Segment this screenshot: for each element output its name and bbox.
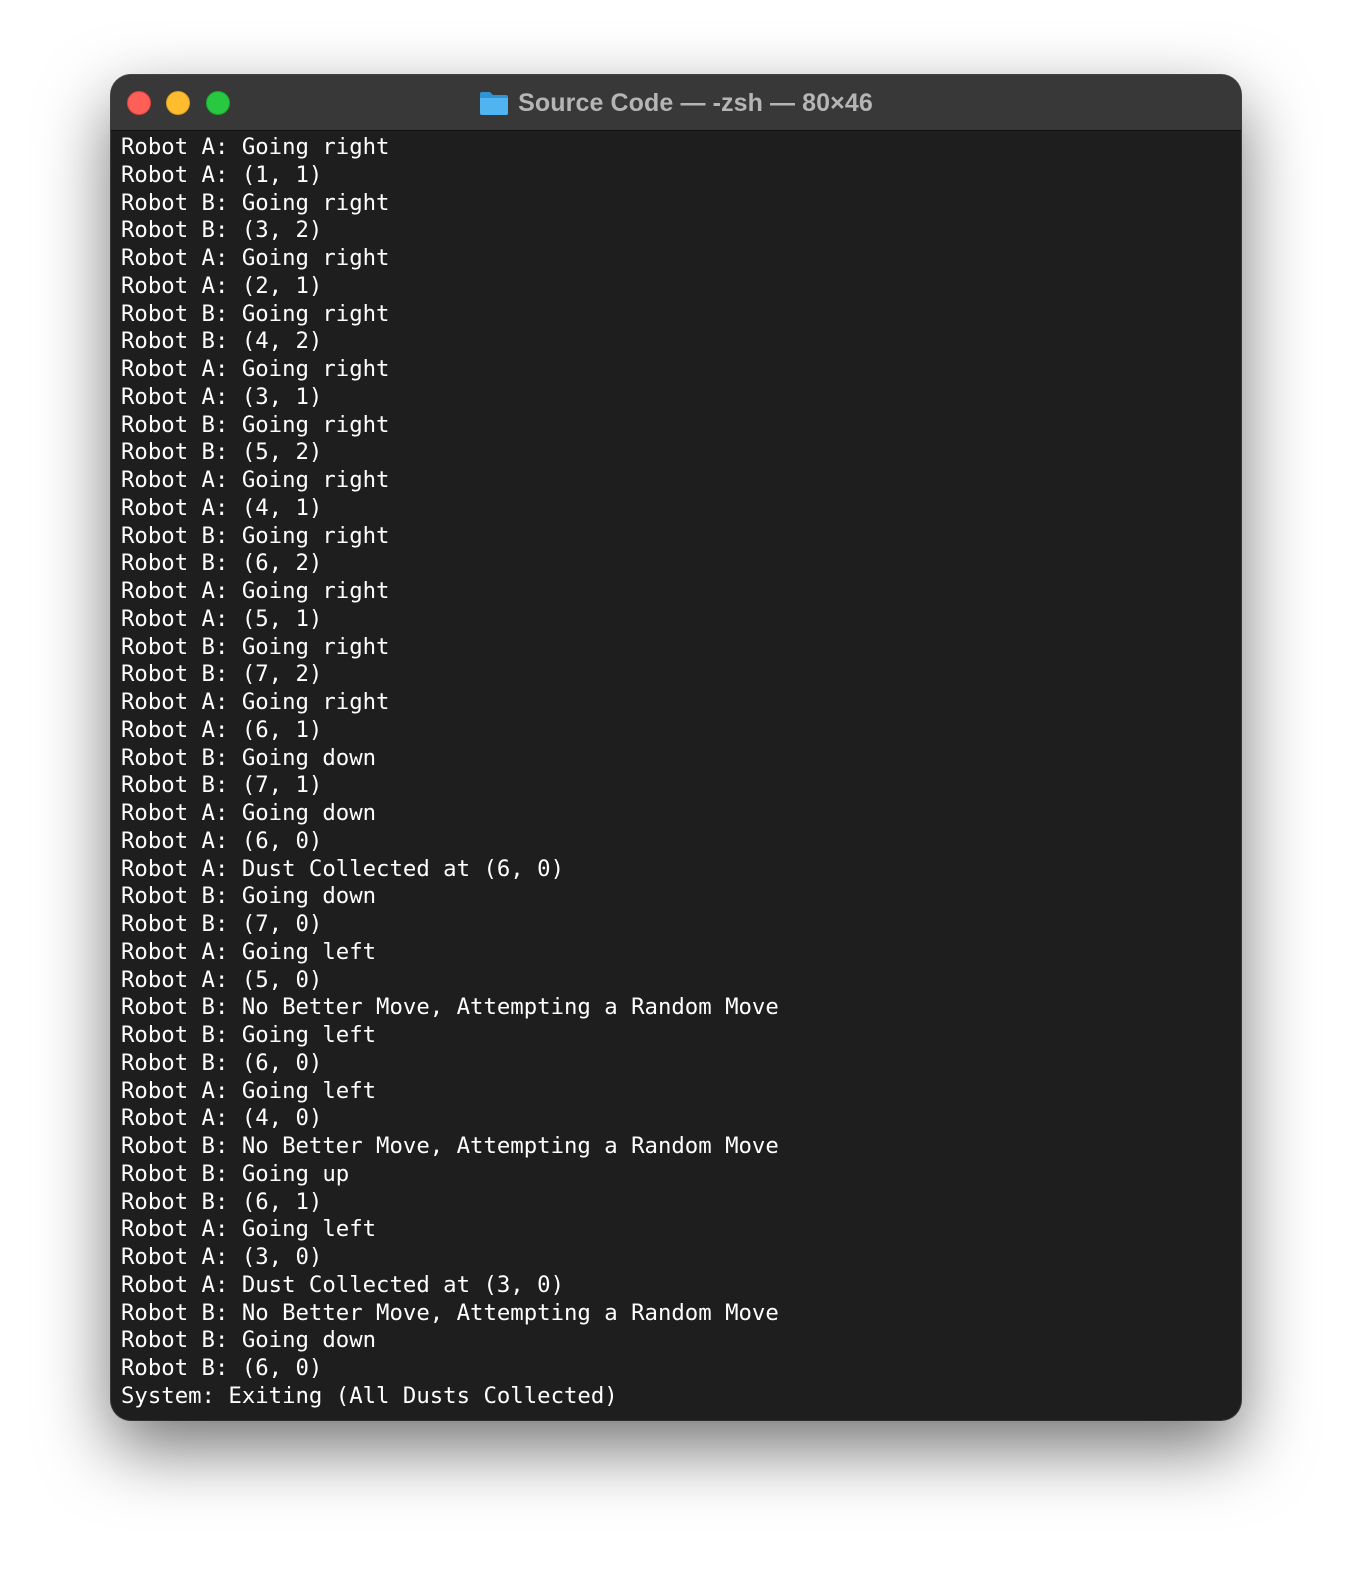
- terminal-line: Robot A: Going right: [121, 245, 390, 271]
- terminal-line: Robot A: Going left: [121, 938, 377, 965]
- terminal-line: Robot B: (6, 2): [121, 550, 323, 577]
- terminal-line: Robot A: (1, 1): [121, 161, 323, 188]
- window-title: Source Code — -zsh — 80×46: [518, 88, 873, 117]
- terminal-line: Robot B: (7, 0): [121, 911, 323, 937]
- terminal-line: Robot B: Going right: [121, 522, 390, 549]
- terminal-line: Robot B: (4, 2): [121, 328, 323, 355]
- terminal-line: System: Exiting (All Dusts Collected): [121, 1382, 618, 1409]
- terminal-line: Robot A: Going left: [121, 1077, 377, 1104]
- terminal-line: Robot A: Going right: [121, 578, 390, 604]
- terminal-line: Robot A: (4, 1): [121, 494, 323, 521]
- terminal-line: Robot B: (7, 1): [121, 772, 323, 799]
- terminal-line: Robot A: (2, 1): [121, 272, 323, 299]
- terminal-line: Robot B: No Better Move, Attempting a Ra…: [121, 994, 779, 1021]
- terminal-line: Robot B: Going left: [121, 1022, 377, 1048]
- terminal-line: Robot A: Going down: [121, 800, 377, 826]
- terminal-output[interactable]: Robot A: Going right Robot A: (1, 1) Robot…: [121, 134, 1231, 1420]
- terminal-line: Robot B: No Better Move, Attempting a Ra…: [121, 1133, 779, 1159]
- terminal-line: Robot A: (6, 1): [121, 716, 323, 743]
- window-title-group: Source Code — -zsh — 80×46: [111, 75, 1241, 131]
- title-bar[interactable]: Source Code — -zsh — 80×46: [111, 75, 1241, 131]
- terminal-line: Robot A: Dust Collected at (6, 0): [121, 855, 564, 882]
- terminal-line: Robot A: (5, 0): [121, 966, 323, 993]
- terminal-line: Robot B: (6, 0): [121, 1049, 323, 1076]
- terminal-line: Robot B: Going down: [121, 1327, 377, 1354]
- terminal-line: Robot A: Going left: [121, 1216, 377, 1243]
- terminal-line: Robot B: (3, 2): [121, 217, 323, 244]
- terminal-line: Robot A: (6, 0): [121, 827, 323, 854]
- terminal-line: Robot B: (6, 0): [121, 1355, 323, 1381]
- terminal-line: Robot B: No Better Move, Attempting a Ra…: [121, 1299, 779, 1326]
- terminal-line: Robot B: Going right: [121, 300, 390, 327]
- terminal-line: Robot B: (6, 1): [121, 1188, 323, 1215]
- terminal-line: Robot B: (7, 2): [121, 661, 323, 688]
- terminal-line: Robot A: (3, 1): [121, 383, 323, 410]
- terminal-window: Source Code — -zsh — 80×46 Robot A: Goin…: [111, 75, 1241, 1420]
- terminal-line: Robot B: Going down: [121, 744, 377, 771]
- terminal-line: Robot B: Going right: [121, 189, 390, 216]
- terminal-line: Robot B: (5, 2): [121, 439, 323, 466]
- terminal-line: Robot A: (5, 1): [121, 605, 323, 632]
- terminal-line: Robot A: (4, 0): [121, 1105, 323, 1132]
- terminal-line: Robot A: Going right: [121, 689, 390, 715]
- terminal-line: Robot B: Going down: [121, 883, 377, 910]
- terminal-line: Robot B: Going right: [121, 633, 390, 660]
- terminal-line: Robot A: Going right: [121, 356, 390, 382]
- terminal-line: Robot A: Going right: [121, 467, 390, 493]
- terminal-line: Robot A: Dust Collected at (3, 0): [121, 1271, 564, 1298]
- folder-icon: [479, 90, 509, 116]
- terminal-line: Robot A: Going right: [121, 134, 390, 160]
- terminal-line: Robot A: (3, 0): [121, 1244, 323, 1270]
- terminal-line: Robot B: Going right: [121, 411, 390, 438]
- terminal-line: Robot B: Going up: [121, 1160, 350, 1187]
